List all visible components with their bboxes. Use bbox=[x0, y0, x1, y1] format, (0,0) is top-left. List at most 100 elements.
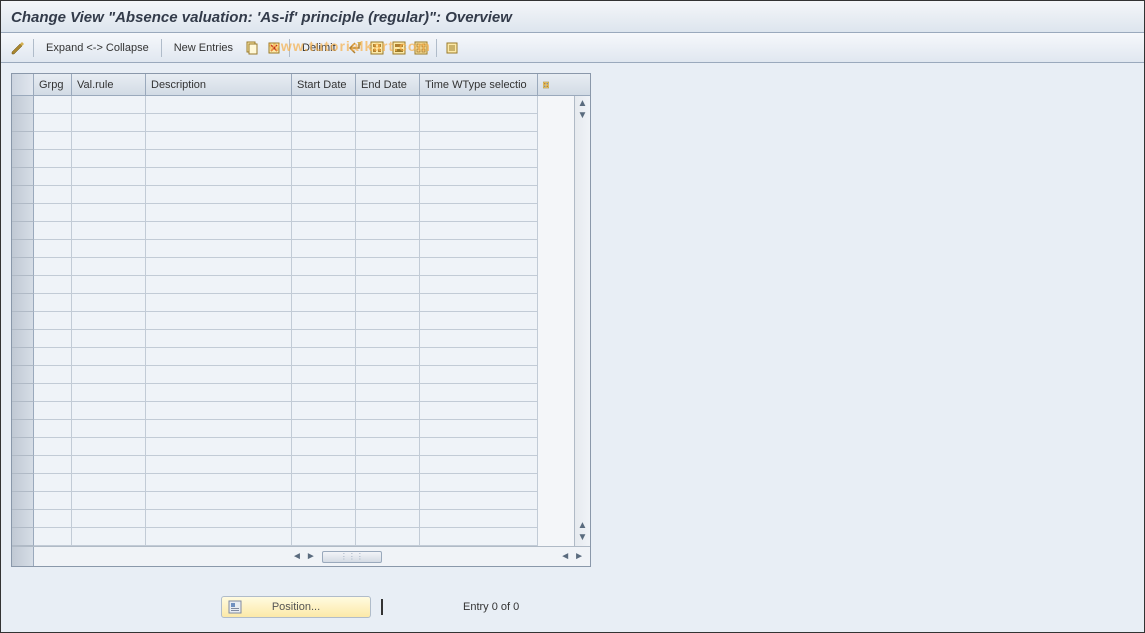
cell-valrule[interactable] bbox=[72, 294, 146, 312]
cell-end-date[interactable] bbox=[356, 348, 420, 366]
cell-start-date[interactable] bbox=[292, 132, 356, 150]
cell-end-date[interactable] bbox=[356, 114, 420, 132]
cell-end-date[interactable] bbox=[356, 330, 420, 348]
table-row[interactable] bbox=[12, 492, 574, 510]
cell-valrule[interactable] bbox=[72, 276, 146, 294]
cell-time-wtype[interactable] bbox=[420, 402, 538, 420]
deselect-all-icon[interactable] bbox=[412, 39, 430, 57]
table-row[interactable] bbox=[12, 114, 574, 132]
undo-change-icon[interactable] bbox=[346, 39, 364, 57]
cell-start-date[interactable] bbox=[292, 384, 356, 402]
cell-time-wtype[interactable] bbox=[420, 312, 538, 330]
cell-end-date[interactable] bbox=[356, 204, 420, 222]
cell-time-wtype[interactable] bbox=[420, 438, 538, 456]
cell-description[interactable] bbox=[146, 384, 292, 402]
table-row[interactable] bbox=[12, 222, 574, 240]
row-selector[interactable] bbox=[12, 420, 34, 438]
table-row[interactable] bbox=[12, 240, 574, 258]
table-row[interactable] bbox=[12, 438, 574, 456]
cell-grpg[interactable] bbox=[34, 96, 72, 114]
cell-end-date[interactable] bbox=[356, 384, 420, 402]
cell-valrule[interactable] bbox=[72, 348, 146, 366]
cell-time-wtype[interactable] bbox=[420, 348, 538, 366]
cell-description[interactable] bbox=[146, 510, 292, 528]
cell-valrule[interactable] bbox=[72, 258, 146, 276]
cell-grpg[interactable] bbox=[34, 150, 72, 168]
cell-grpg[interactable] bbox=[34, 492, 72, 510]
cell-valrule[interactable] bbox=[72, 330, 146, 348]
delimit-button[interactable]: Delimit bbox=[296, 39, 342, 57]
table-row[interactable] bbox=[12, 168, 574, 186]
cell-start-date[interactable] bbox=[292, 366, 356, 384]
cell-end-date[interactable] bbox=[356, 168, 420, 186]
delete-icon[interactable] bbox=[265, 39, 283, 57]
row-selector[interactable] bbox=[12, 276, 34, 294]
cell-time-wtype[interactable] bbox=[420, 96, 538, 114]
cell-time-wtype[interactable] bbox=[420, 510, 538, 528]
cell-valrule[interactable] bbox=[72, 222, 146, 240]
row-selector[interactable] bbox=[12, 474, 34, 492]
row-selector[interactable] bbox=[12, 96, 34, 114]
cell-grpg[interactable] bbox=[34, 312, 72, 330]
cell-valrule[interactable] bbox=[72, 96, 146, 114]
cell-end-date[interactable] bbox=[356, 456, 420, 474]
cell-grpg[interactable] bbox=[34, 204, 72, 222]
cell-start-date[interactable] bbox=[292, 294, 356, 312]
cell-grpg[interactable] bbox=[34, 168, 72, 186]
cell-valrule[interactable] bbox=[72, 186, 146, 204]
cell-end-date[interactable] bbox=[356, 276, 420, 294]
cell-start-date[interactable] bbox=[292, 330, 356, 348]
cell-valrule[interactable] bbox=[72, 240, 146, 258]
position-button[interactable]: Position... bbox=[221, 596, 371, 618]
cell-grpg[interactable] bbox=[34, 384, 72, 402]
cell-start-date[interactable] bbox=[292, 474, 356, 492]
cell-end-date[interactable] bbox=[356, 438, 420, 456]
table-row[interactable] bbox=[12, 528, 574, 546]
cell-valrule[interactable] bbox=[72, 402, 146, 420]
table-row[interactable] bbox=[12, 402, 574, 420]
cell-end-date[interactable] bbox=[356, 312, 420, 330]
vertical-scrollbar[interactable]: ▲ ▼ ▲ ▼ bbox=[574, 96, 590, 546]
cell-description[interactable] bbox=[146, 114, 292, 132]
row-selector-header[interactable] bbox=[12, 74, 34, 95]
cell-start-date[interactable] bbox=[292, 312, 356, 330]
col-header-start-date[interactable]: Start Date bbox=[292, 74, 356, 95]
cell-grpg[interactable] bbox=[34, 330, 72, 348]
col-header-time-wtype[interactable]: Time WType selectio bbox=[420, 74, 538, 95]
cell-start-date[interactable] bbox=[292, 456, 356, 474]
cell-time-wtype[interactable] bbox=[420, 420, 538, 438]
cell-valrule[interactable] bbox=[72, 168, 146, 186]
cell-description[interactable] bbox=[146, 366, 292, 384]
cell-time-wtype[interactable] bbox=[420, 168, 538, 186]
table-row[interactable] bbox=[12, 312, 574, 330]
toggle-display-change-icon[interactable] bbox=[9, 39, 27, 57]
table-row[interactable] bbox=[12, 96, 574, 114]
row-selector[interactable] bbox=[12, 258, 34, 276]
cell-description[interactable] bbox=[146, 474, 292, 492]
new-entries-button[interactable]: New Entries bbox=[168, 39, 239, 57]
row-selector[interactable] bbox=[12, 186, 34, 204]
cell-start-date[interactable] bbox=[292, 222, 356, 240]
cell-valrule[interactable] bbox=[72, 150, 146, 168]
cell-valrule[interactable] bbox=[72, 384, 146, 402]
cell-start-date[interactable] bbox=[292, 348, 356, 366]
table-row[interactable] bbox=[12, 186, 574, 204]
cell-start-date[interactable] bbox=[292, 168, 356, 186]
row-selector[interactable] bbox=[12, 132, 34, 150]
row-selector[interactable] bbox=[12, 330, 34, 348]
table-row[interactable] bbox=[12, 132, 574, 150]
cell-grpg[interactable] bbox=[34, 474, 72, 492]
row-selector[interactable] bbox=[12, 348, 34, 366]
row-selector[interactable] bbox=[12, 150, 34, 168]
cell-valrule[interactable] bbox=[72, 492, 146, 510]
cell-time-wtype[interactable] bbox=[420, 240, 538, 258]
cell-valrule[interactable] bbox=[72, 114, 146, 132]
cell-grpg[interactable] bbox=[34, 510, 72, 528]
cell-grpg[interactable] bbox=[34, 222, 72, 240]
cell-description[interactable] bbox=[146, 420, 292, 438]
cell-time-wtype[interactable] bbox=[420, 276, 538, 294]
cell-time-wtype[interactable] bbox=[420, 150, 538, 168]
cell-grpg[interactable] bbox=[34, 438, 72, 456]
scroll-down-icon[interactable]: ▼ bbox=[578, 110, 588, 122]
cell-description[interactable] bbox=[146, 132, 292, 150]
